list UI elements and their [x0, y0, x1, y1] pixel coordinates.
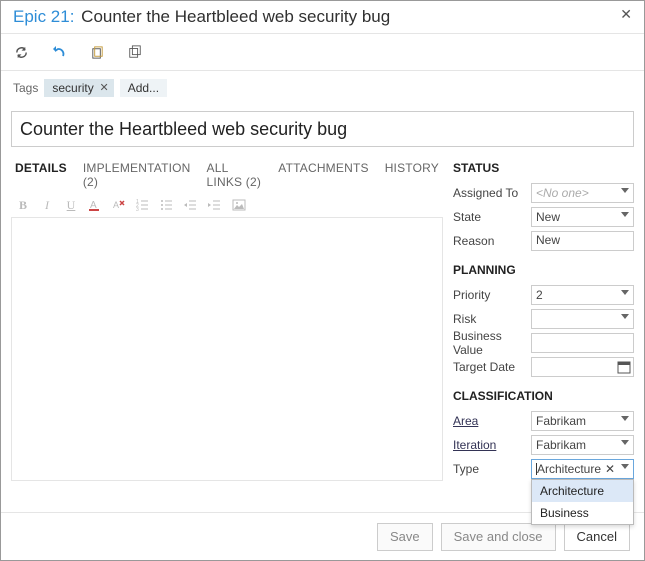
- refresh-icon[interactable]: [13, 44, 29, 60]
- tab-all-links[interactable]: ALL LINKS (2): [207, 161, 263, 189]
- assigned-to-label: Assigned To: [453, 186, 531, 200]
- outdent-icon[interactable]: [183, 197, 199, 213]
- priority-label: Priority: [453, 288, 531, 302]
- type-option[interactable]: Business: [532, 502, 633, 524]
- clear-icon[interactable]: ✕: [605, 462, 615, 476]
- toolbar: [1, 34, 644, 70]
- richtext-toolbar: B I U A A 123: [11, 195, 443, 217]
- svg-text:3: 3: [136, 207, 139, 212]
- tab-history[interactable]: HISTORY: [385, 161, 439, 189]
- details-pane: DETAILS IMPLEMENTATION (2) ALL LINKS (2)…: [11, 155, 443, 481]
- chevron-down-icon: [621, 464, 629, 469]
- area-label[interactable]: Area: [453, 414, 531, 428]
- copy-template-icon[interactable]: [89, 44, 105, 60]
- type-combobox[interactable]: Architecture ✕: [531, 459, 634, 479]
- cancel-button[interactable]: Cancel: [564, 523, 630, 551]
- unordered-list-icon[interactable]: [159, 197, 175, 213]
- indent-icon[interactable]: [207, 197, 223, 213]
- business-value-label: Business Value: [453, 329, 531, 357]
- tag-remove-icon[interactable]: ✕: [99, 81, 108, 94]
- iteration-label[interactable]: Iteration: [453, 438, 531, 452]
- side-panel: STATUS Assigned To <No one> State New Re…: [449, 155, 634, 481]
- risk-label: Risk: [453, 312, 531, 326]
- area-dropdown[interactable]: Fabrikam: [531, 411, 634, 431]
- bold-icon[interactable]: B: [15, 197, 31, 213]
- section-planning: PLANNING: [453, 263, 634, 283]
- risk-dropdown[interactable]: [531, 309, 634, 329]
- page-title: Counter the Heartbleed web security bug: [76, 7, 390, 27]
- tab-attachments[interactable]: ATTACHMENTS: [278, 161, 368, 189]
- tags-label: Tags: [13, 81, 38, 95]
- chevron-down-icon: [621, 188, 629, 193]
- tags-row: Tags security ✕ Add...: [1, 71, 644, 107]
- underline-icon[interactable]: U: [63, 197, 79, 213]
- tab-details[interactable]: DETAILS: [15, 161, 67, 189]
- chevron-down-icon: [621, 314, 629, 319]
- chevron-down-icon: [621, 416, 629, 421]
- target-date-label: Target Date: [453, 360, 531, 374]
- copy-icon[interactable]: [127, 44, 143, 60]
- priority-dropdown[interactable]: 2: [531, 285, 634, 305]
- section-status: STATUS: [453, 161, 634, 181]
- state-label: State: [453, 210, 531, 224]
- clear-format-icon[interactable]: A: [111, 197, 127, 213]
- chevron-down-icon: [621, 440, 629, 445]
- description-editor[interactable]: [11, 217, 443, 481]
- ordered-list-icon[interactable]: 123: [135, 197, 151, 213]
- tag-add-button[interactable]: Add...: [120, 79, 167, 97]
- reason-label: Reason: [453, 234, 531, 248]
- save-and-close-button[interactable]: Save and close: [441, 523, 556, 551]
- tab-implementation[interactable]: IMPLEMENTATION (2): [83, 161, 191, 189]
- section-classification: CLASSIFICATION: [453, 389, 634, 409]
- type-label: Type: [453, 462, 531, 476]
- type-dropdown-list: Architecture Business: [531, 479, 634, 525]
- reason-field[interactable]: New: [531, 231, 634, 251]
- chevron-down-icon: [621, 212, 629, 217]
- font-color-icon[interactable]: A: [87, 197, 103, 213]
- svg-text:A: A: [113, 200, 119, 210]
- work-item-dialog: ✕ Epic 21: Counter the Heartbleed web se…: [0, 0, 645, 561]
- image-icon[interactable]: [231, 197, 247, 213]
- tabs: DETAILS IMPLEMENTATION (2) ALL LINKS (2)…: [11, 155, 443, 195]
- assigned-to-dropdown[interactable]: <No one>: [531, 183, 634, 203]
- target-date-field[interactable]: [531, 357, 634, 377]
- chevron-down-icon: [621, 290, 629, 295]
- epic-id: Epic 21:: [13, 7, 74, 27]
- iteration-dropdown[interactable]: Fabrikam: [531, 435, 634, 455]
- business-value-field[interactable]: [531, 333, 634, 353]
- tag-chip[interactable]: security ✕: [44, 79, 113, 97]
- italic-icon[interactable]: I: [39, 197, 55, 213]
- type-option[interactable]: Architecture: [532, 480, 633, 502]
- state-dropdown[interactable]: New: [531, 207, 634, 227]
- titlebar: Epic 21: Counter the Heartbleed web secu…: [1, 1, 644, 33]
- tag-chip-label: security: [52, 81, 93, 95]
- close-icon[interactable]: ✕: [620, 7, 632, 21]
- title-input[interactable]: [11, 111, 634, 147]
- title-field: [11, 111, 634, 147]
- calendar-icon[interactable]: [617, 360, 631, 374]
- undo-icon[interactable]: [51, 44, 67, 60]
- save-button[interactable]: Save: [377, 523, 433, 551]
